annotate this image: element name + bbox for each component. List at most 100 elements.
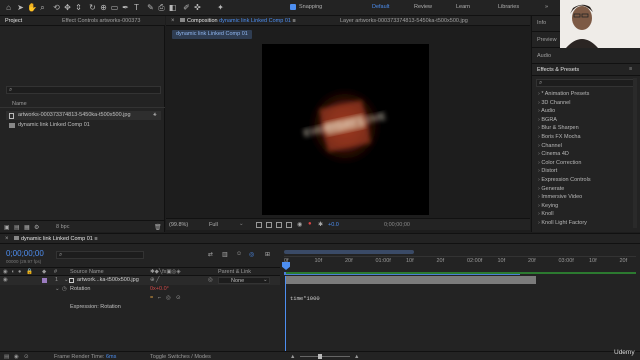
solo-icon[interactable]: ●	[18, 269, 21, 275]
effects-scrollbar[interactable]	[633, 78, 637, 228]
settings-icon[interactable]: ⚙	[34, 224, 39, 231]
switches-icon[interactable]: ✱◆╲fx▣◎◈	[150, 269, 181, 275]
workspace-libraries[interactable]: Libraries	[498, 4, 519, 10]
pan-camera-icon[interactable]: ✥	[63, 3, 72, 12]
motion-blur-icon[interactable]: ◎	[249, 251, 254, 258]
trash-icon[interactable]: 🗑	[154, 224, 162, 231]
transfer-controls-icon[interactable]: ◉	[14, 354, 19, 360]
timeline-timecode[interactable]: 0;00;00;00	[6, 249, 44, 258]
comp-breadcrumb[interactable]: dynamic link Linked Comp 01	[172, 30, 252, 39]
zoom-in-icon[interactable]: ▲	[354, 354, 359, 360]
project-item[interactable]: dynamic link Linked Comp 01	[6, 121, 161, 130]
zoom-slider[interactable]	[300, 356, 350, 357]
stopwatch-icon[interactable]: ◷	[62, 286, 67, 292]
effects-list-item[interactable]: › Audio	[538, 108, 555, 114]
roto-brush-icon[interactable]: ✐	[182, 3, 191, 12]
hamburger-icon[interactable]: ≡	[292, 18, 295, 24]
home-icon[interactable]: ⌂	[4, 3, 13, 12]
tab-effect-controls[interactable]: Effect Controls artworks-000373	[62, 18, 140, 24]
audio-icon[interactable]: ◖	[11, 269, 14, 275]
workspace-default[interactable]: Default	[372, 4, 389, 10]
resolution-dropdown[interactable]: Full	[209, 222, 218, 228]
close-icon[interactable]: ×	[171, 18, 175, 24]
effects-list-item[interactable]: › Expression Controls	[538, 177, 591, 183]
rectangle-tool-icon[interactable]: ▭	[110, 3, 119, 12]
draft-3d-icon[interactable]: ▥	[222, 251, 228, 258]
effects-list-item[interactable]: › Blur & Sharpen	[538, 125, 579, 131]
exposure-value[interactable]: +0.0	[328, 222, 339, 228]
label-color-swatch[interactable]	[42, 278, 47, 283]
pin-tool-icon[interactable]: ✦	[216, 3, 225, 12]
region-icon[interactable]	[266, 222, 272, 228]
brush-tool-icon[interactable]: ✎	[146, 3, 155, 12]
effects-list-item[interactable]: › Boris FX Mocha	[538, 134, 581, 140]
orbit-camera-icon[interactable]: ⟲	[52, 3, 61, 12]
audio-panel[interactable]: Audio	[532, 48, 640, 64]
effects-list-item[interactable]: › 3D Channel	[538, 100, 570, 106]
parent-dropdown[interactable]: None ⌄	[218, 277, 270, 284]
snapping-checkbox[interactable]	[290, 4, 296, 10]
expression-pickwhip-icon[interactable]: ◎	[166, 295, 171, 301]
effects-presets-tab[interactable]: Effects & Presets	[537, 67, 579, 73]
audio-tab[interactable]: Audio	[537, 53, 551, 59]
layer-row[interactable]: ◉ 1 ⌄ artwork...ka-t500x500.jpg ⊕ ╱ None…	[0, 276, 280, 285]
effects-list-item[interactable]: › Immersive Video	[538, 194, 582, 200]
expression-code-field[interactable]: time*1000	[290, 295, 320, 302]
layer-duration-bar[interactable]	[286, 276, 536, 284]
camera-icon[interactable]: ◉	[297, 221, 302, 228]
effects-list-item[interactable]: › Knoll Light Factory	[538, 220, 587, 226]
project-search-input[interactable]: ⌕	[6, 86, 161, 94]
clone-stamp-icon[interactable]: ⎙	[157, 3, 166, 12]
expression-equals-icon[interactable]: =	[150, 295, 153, 301]
lock-icon[interactable]: 🔒	[26, 269, 33, 275]
tab-layer[interactable]: Layer artworks-000373374813-5450ka-t500x…	[340, 18, 468, 24]
preview-tab[interactable]: Preview	[537, 37, 557, 43]
expression-graph-icon[interactable]: ⌐	[158, 295, 161, 301]
effects-list-item[interactable]: › Color Correction	[538, 160, 581, 166]
effects-list-item[interactable]: › * Animation Presets	[538, 91, 589, 97]
expression-language-icon[interactable]: ⊙	[176, 295, 181, 301]
transparency-grid-icon[interactable]	[286, 222, 292, 228]
composition-canvas[interactable]: EVERYDAY LOVE	[262, 44, 429, 215]
bpc-label[interactable]: 8 bpc	[56, 224, 69, 230]
parent-link-header[interactable]: Parent & Link	[218, 269, 251, 275]
grid-icon[interactable]	[256, 222, 262, 228]
anchor-point-tool-icon[interactable]: ⊕	[99, 3, 108, 12]
comp-mini-flowchart-icon[interactable]: ⇄	[208, 251, 213, 258]
timeline-tab[interactable]: dynamic link Linked Comp 01 ≡	[14, 236, 98, 242]
layer-switches-icon[interactable]: ⊕ ╱	[150, 277, 159, 283]
label-icon[interactable]: ◆	[42, 269, 46, 275]
workspace-learn[interactable]: Learn	[456, 4, 470, 10]
effects-list-item[interactable]: › Cinema 4D	[538, 151, 569, 157]
graph-editor-icon[interactable]: ⊞	[265, 251, 270, 258]
color-channel-icon[interactable]: ●	[308, 221, 312, 227]
new-composition-icon[interactable]: ▦	[24, 224, 30, 231]
tab-project[interactable]: Project	[5, 18, 22, 24]
effects-list-item[interactable]: › Knoll	[538, 211, 554, 217]
effects-list-item[interactable]: › Channel	[538, 143, 562, 149]
render-time-icon[interactable]: ▤	[4, 354, 9, 360]
zoom-tool-icon[interactable]: ⌕	[38, 3, 47, 12]
rotation-value[interactable]: 0x+0.0°	[150, 286, 169, 292]
toggle-switches-modes[interactable]: Toggle Switches / Modes	[150, 354, 211, 360]
timeline-search-input[interactable]: ⌕	[56, 251, 144, 259]
playhead[interactable]	[282, 262, 290, 270]
zoom-out-icon[interactable]: ▲	[290, 354, 295, 360]
info-tab[interactable]: Info	[537, 20, 546, 26]
in-out-icon[interactable]: ⊙	[24, 354, 29, 360]
layer-name[interactable]: artwork...ka-t500x500.jpg	[77, 277, 139, 283]
selection-tool-icon[interactable]: ➤	[16, 3, 25, 12]
work-area-navigator[interactable]	[284, 250, 414, 254]
effects-list-item[interactable]: › Generate	[538, 186, 564, 192]
effects-list-item[interactable]: › BGRA	[538, 117, 557, 123]
workspace-more[interactable]: »	[545, 4, 548, 10]
type-tool-icon[interactable]: T	[132, 3, 141, 12]
name-column-header[interactable]: Name	[12, 101, 27, 107]
new-folder-icon[interactable]: ▤	[14, 224, 20, 231]
dolly-camera-icon[interactable]: ⇕	[74, 3, 83, 12]
hamburger-icon[interactable]: ≡	[94, 236, 97, 242]
mask-icon[interactable]	[276, 222, 282, 228]
chevron-down-icon[interactable]: ⌄	[239, 221, 244, 227]
hamburger-icon[interactable]: ≡	[629, 66, 632, 72]
effects-list-item[interactable]: › Keying	[538, 203, 558, 209]
